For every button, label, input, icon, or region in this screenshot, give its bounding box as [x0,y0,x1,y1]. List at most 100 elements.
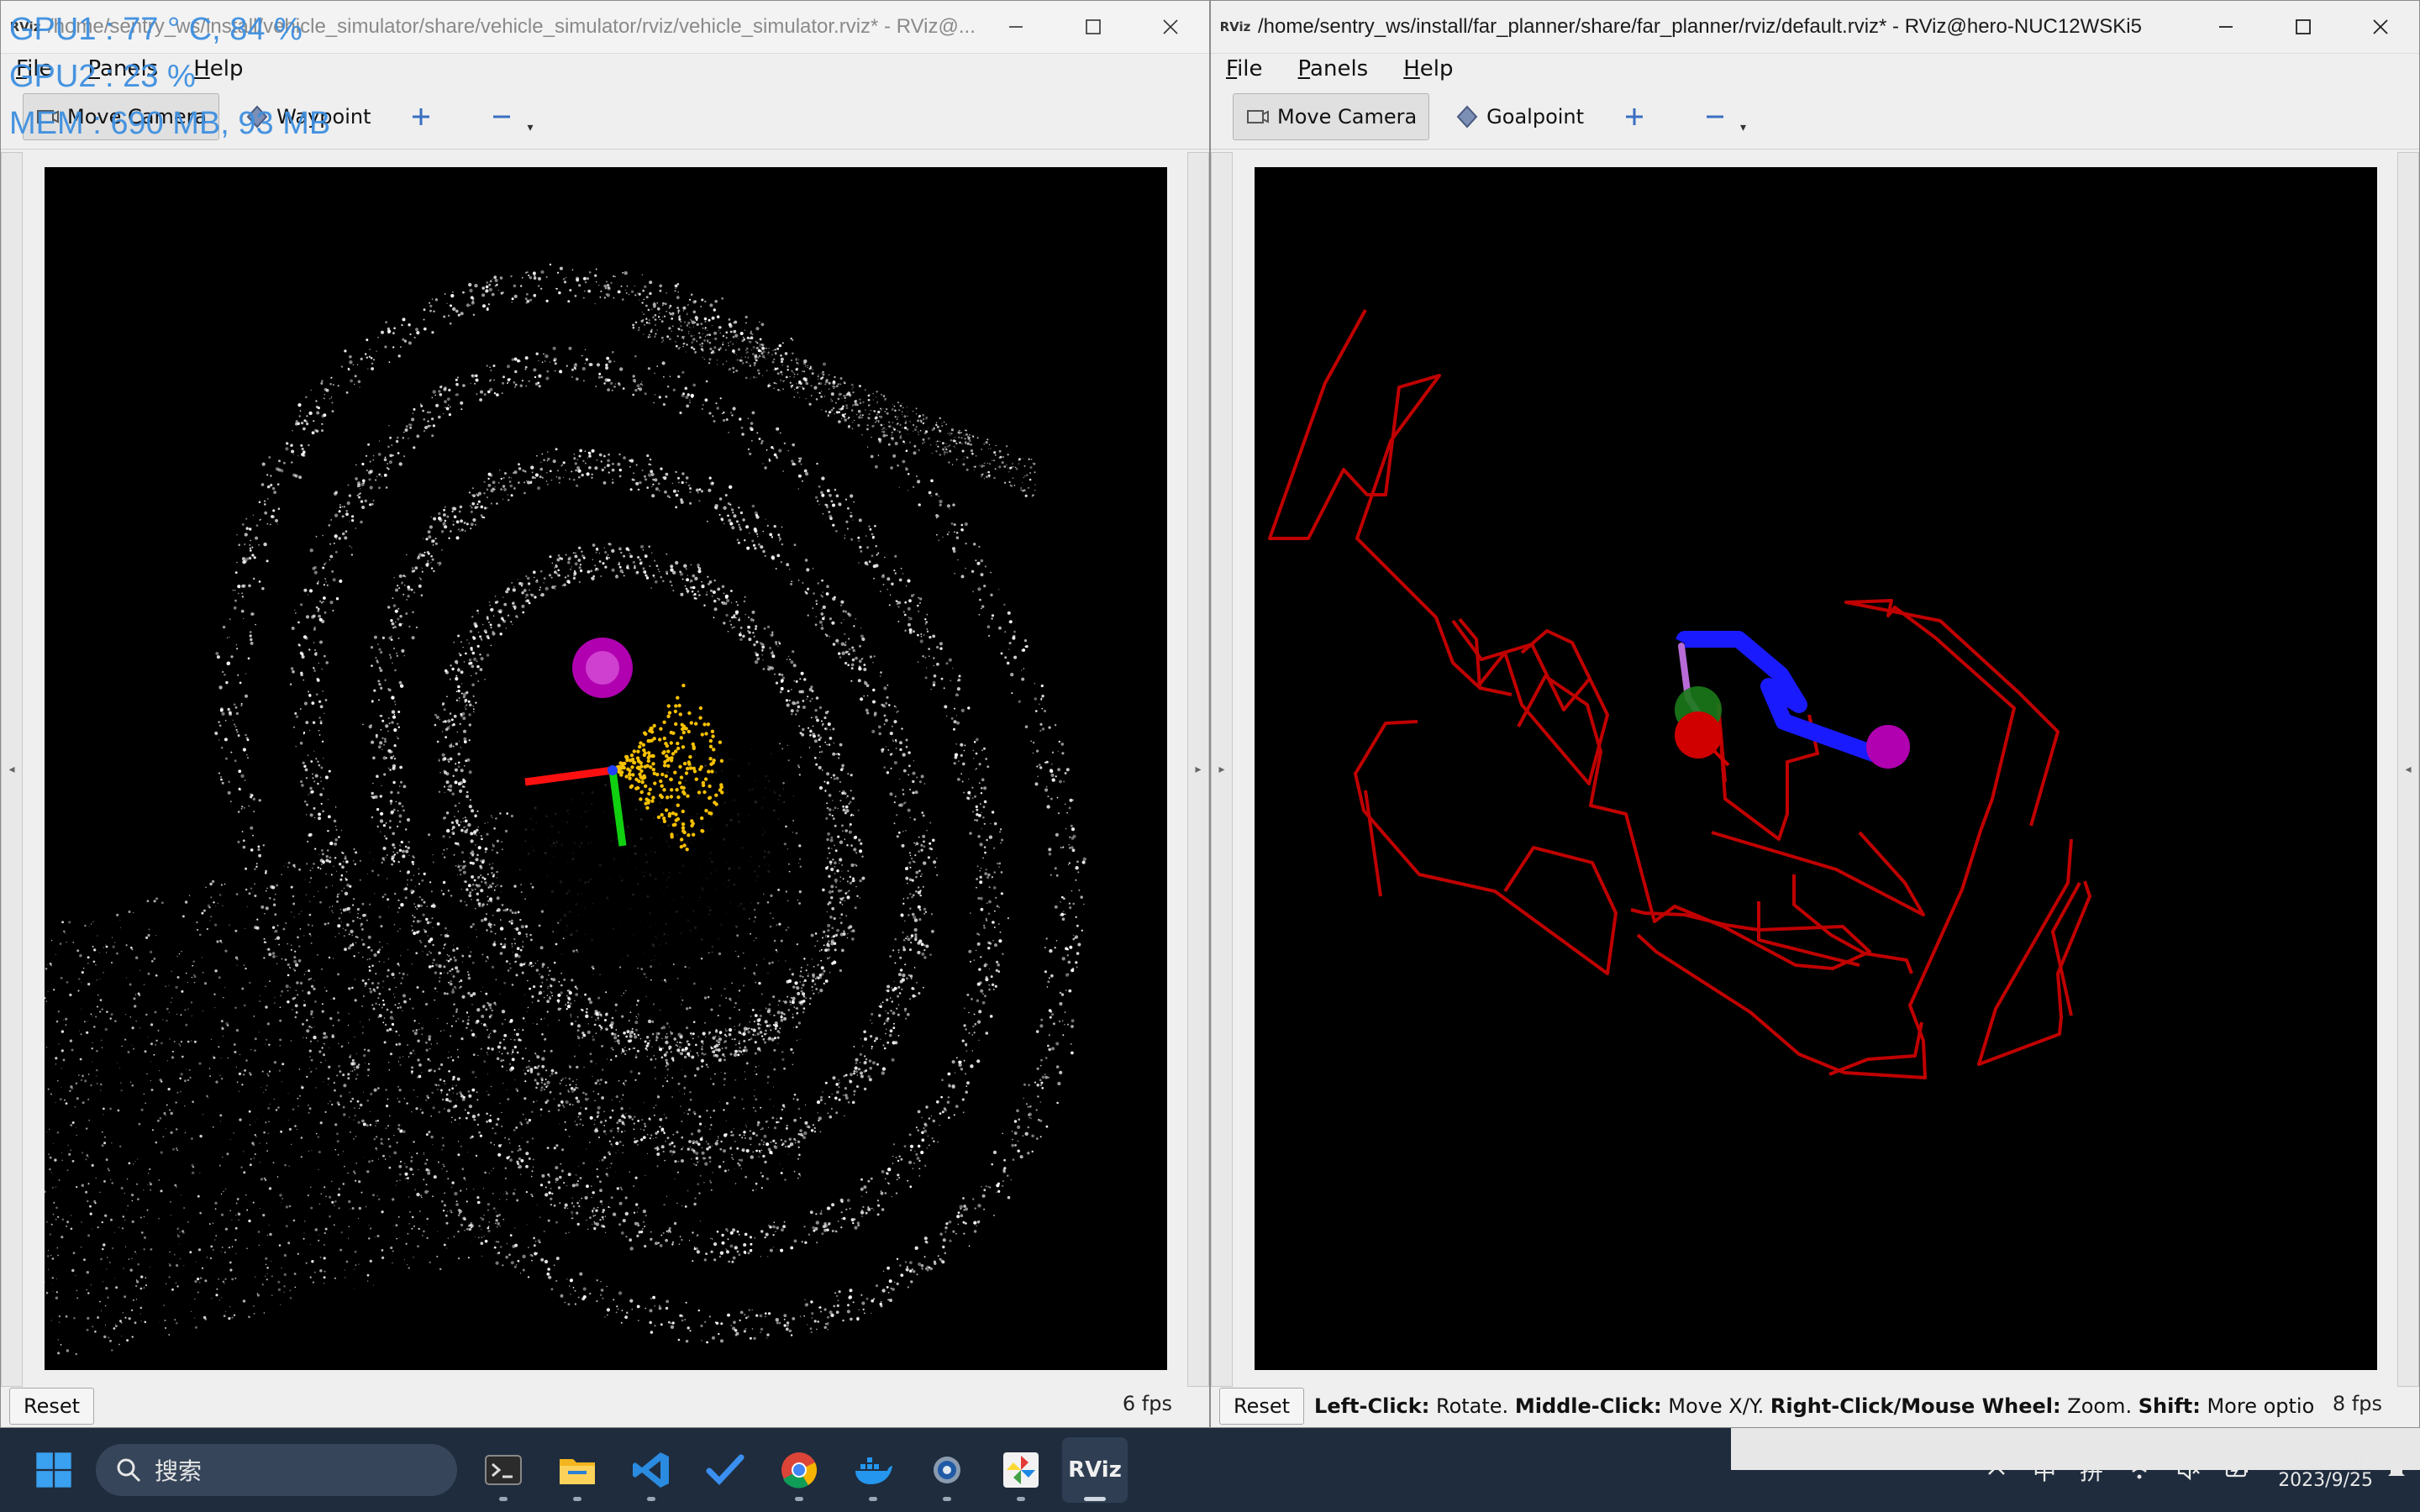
fps-counter: 6 fps [1122,1392,1172,1415]
plus-icon [413,108,430,125]
file-explorer-icon [560,1459,595,1484]
hint-value-right: Zoom. [2067,1394,2133,1418]
taskbar-clock[interactable]: 12:01 2023/9/25 [2278,1449,2373,1491]
move-camera-tool[interactable]: Move Camera [1233,93,1430,140]
chrome-app[interactable] [766,1437,832,1503]
hint-key-right: Right-Click/Mouse Wheel: [1770,1394,2061,1418]
hint-value-middle: Move X/Y. [1668,1394,1765,1418]
battery-icon [2226,1463,2249,1478]
taskbar-search[interactable]: 搜索 [96,1444,457,1496]
file-explorer-app[interactable] [544,1437,610,1503]
maximize-button[interactable] [2265,1,2342,53]
title-bar[interactable]: RViz /home/sentry_ws/install/far_planner… [1211,1,2419,54]
hint-key-left: Left-Click: [1314,1394,1430,1418]
left-dock-handle[interactable]: ◂ [1,152,23,1387]
move-camera-label: Move Camera [67,105,208,129]
close-icon [2373,19,2388,34]
ime-mode[interactable]: 中 [2033,1453,2056,1487]
close-button[interactable] [2342,1,2419,53]
status-bar: Reset 6 fps [1,1385,1209,1427]
ime-pinyin[interactable]: 拼 [2080,1453,2103,1487]
title-bar[interactable]: RViz /home/sentry_ws/install/vehicle_sim… [1,1,1209,54]
docker-icon [855,1457,892,1484]
add-tool-button[interactable] [1609,93,1660,140]
todo-app[interactable] [692,1437,758,1503]
rviz-app[interactable]: RViz [1062,1437,1128,1503]
menu-file[interactable]: File [11,56,58,81]
hint-value-shift: More optio [2207,1394,2315,1418]
reset-button[interactable]: Reset [9,1388,95,1425]
goalpoint-icon [1456,105,1478,129]
chevron-down-icon[interactable]: ▾ [1740,121,1746,134]
minimize-button[interactable] [977,1,1055,53]
docker-app[interactable] [840,1437,906,1503]
window-title: /home/sentry_ws/install/vehicle_simulato… [48,15,976,38]
planner-graph-render [1268,309,2091,1079]
search-icon [117,1458,141,1483]
right-dock-handle[interactable]: ▸ [1187,152,1209,1387]
pinwheel-icon [1003,1452,1039,1488]
goalpoint-label: Goalpoint [1486,105,1585,129]
add-tool-button[interactable] [396,93,446,140]
chevron-up-icon [1988,1465,2006,1475]
fps-counter: 8 fps [2332,1392,2382,1415]
move-camera-tool[interactable]: Move Camera [23,93,220,140]
wifi-icon [2128,1462,2150,1479]
tray-overflow-button[interactable] [1984,1457,2009,1483]
rviz-icon: RViz [1068,1457,1122,1483]
remove-tool-button[interactable] [1690,93,1740,140]
reset-button[interactable]: Reset [1219,1388,1305,1425]
hint-value-left: Rotate. [1435,1394,1509,1418]
terminal-icon [485,1455,522,1485]
maximize-button[interactable] [1055,1,1132,53]
3d-viewport-pointcloud[interactable] [45,167,1167,1370]
rviz-app-icon: RViz [1219,19,1251,34]
search-placeholder: 搜索 [155,1457,203,1485]
hint-key-shift: Shift: [2138,1394,2201,1418]
move-camera-label: Move Camera [1277,105,1418,129]
menu-file[interactable]: File [1221,56,1268,81]
move-camera-icon [37,110,59,123]
settings-app[interactable] [914,1437,980,1503]
menu-help[interactable]: Help [1398,56,1458,81]
battery-status[interactable] [2224,1457,2249,1483]
vscode-icon [633,1452,669,1488]
tool-bar: Move Camera Goalpoint ▾ [1211,85,2419,150]
start-button[interactable] [29,1445,79,1495]
minimize-button[interactable] [2187,1,2265,53]
status-bar: Reset Left-Click: Rotate. Middle-Click: … [1211,1385,2419,1427]
visibility-graph-edges [1268,309,2091,1079]
rviz-app-icon: RViz [9,19,41,34]
remove-tool-button[interactable] [476,93,527,140]
right-dock-handle[interactable]: ◂ [2397,152,2419,1387]
mouse-hints: Left-Click: Rotate. Middle-Click: Move X… [1314,1394,2314,1418]
wifi-status[interactable] [2127,1457,2152,1483]
close-button[interactable] [1132,1,1209,53]
menu-panels[interactable]: Panels [1293,56,1374,81]
chevron-down-icon[interactable]: ▾ [527,121,533,134]
left-dock-handle[interactable]: ▸ [1211,152,1233,1387]
volume-status[interactable] [2175,1457,2201,1483]
rviz-window-right: RViz /home/sentry_ws/install/far_planner… [1210,0,2420,1428]
menu-panels[interactable]: Panels [83,56,164,81]
maximize-icon [2296,19,2311,34]
minus-icon [493,115,511,118]
vscode-app[interactable] [618,1437,684,1503]
plus-icon [1626,108,1644,125]
chrome-icon [781,1452,818,1488]
goalpoint-tool[interactable]: Goalpoint [1443,93,1596,140]
clock-time: 12:01 [2319,1449,2373,1470]
waypoint-icon [246,105,268,129]
waypoint-label: Waypoint [276,105,371,129]
rviz-window-left: RViz /home/sentry_ws/install/vehicle_sim… [0,0,1210,1428]
waypoint-tool[interactable]: Waypoint [233,93,382,140]
3d-viewport-planner[interactable] [1255,167,2377,1370]
maximize-icon [1086,19,1101,34]
close-icon [1163,19,1178,34]
notification-bell-icon[interactable] [2385,1458,2408,1482]
pinwheel-app[interactable] [988,1437,1054,1503]
menu-help[interactable]: Help [188,56,248,81]
tool-bar: Move Camera Waypoint ▾ [1,85,1209,150]
menu-bar: File Panels Help [1211,54,2419,84]
terminal-app[interactable] [471,1437,536,1503]
